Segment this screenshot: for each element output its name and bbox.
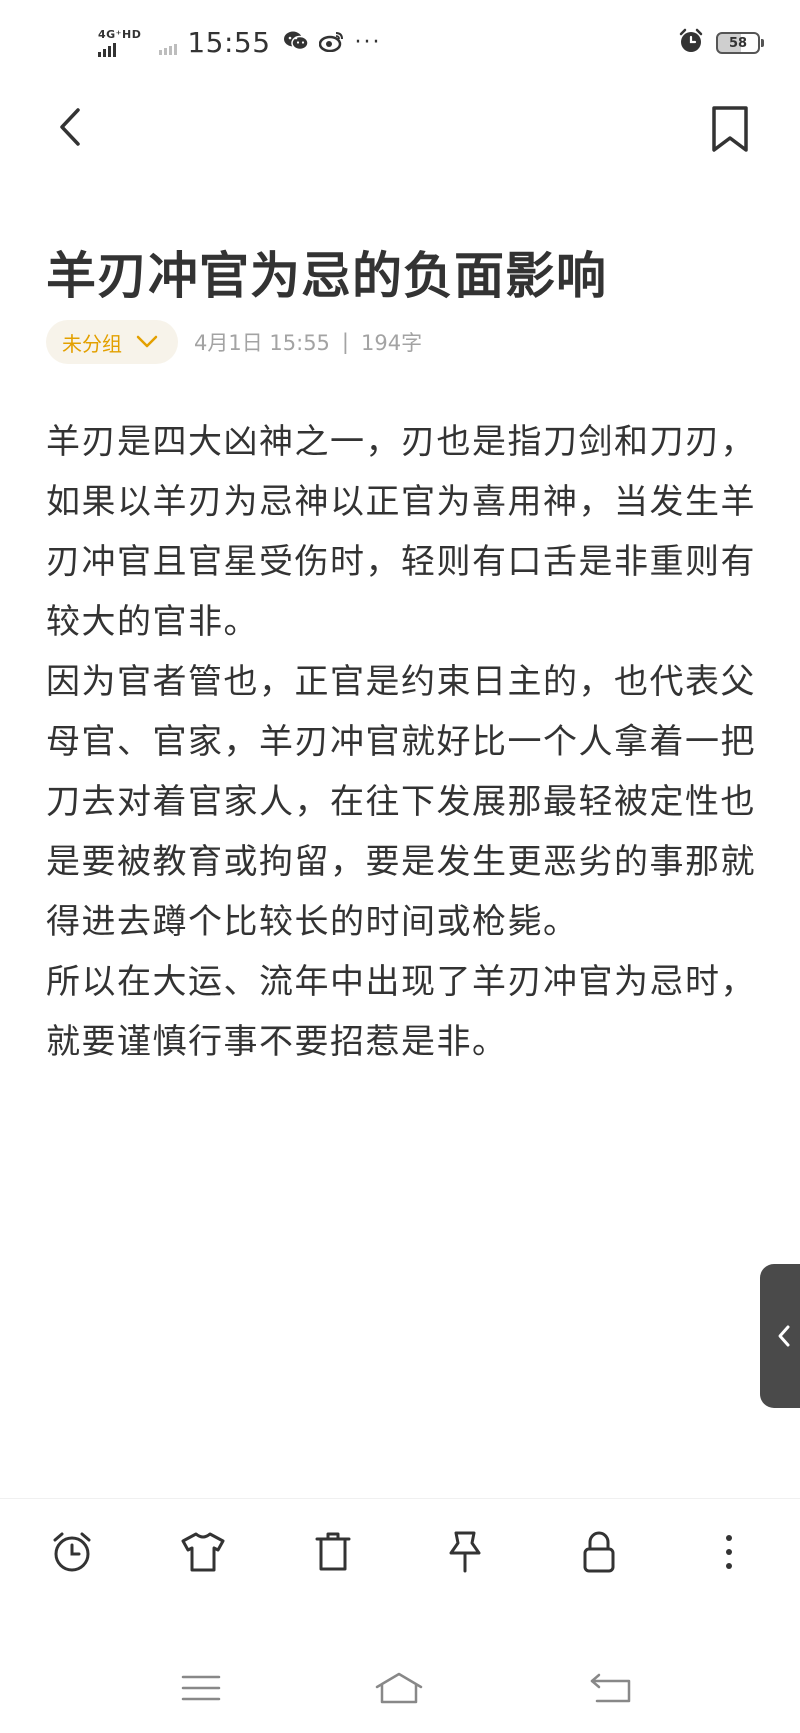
note-paragraph: 因为官者管也，正官是约束日主的，也代表父母官、官家，羊刃冲官就好比一个人拿着一把… [46, 662, 756, 942]
weibo-icon [318, 30, 345, 56]
status-time: 15:55 [187, 26, 271, 59]
status-left: 4G⁺HD 15:55 ··· [98, 26, 382, 59]
home-icon [375, 1672, 423, 1704]
system-back-button[interactable] [586, 1668, 636, 1708]
pin-button[interactable] [440, 1527, 490, 1577]
reminder-button[interactable] [47, 1527, 97, 1577]
trash-icon [315, 1532, 351, 1571]
wechat-icon [283, 30, 309, 56]
alarm-icon [678, 28, 704, 58]
meta-separator: | [341, 330, 349, 354]
group-selector[interactable]: 未分组 [46, 320, 178, 364]
note-view-screen: 4G⁺HD 15:55 ··· 58 羊刃冲官为忌的负面影响 未分组 4月1日 … [0, 0, 800, 1733]
pin-icon [449, 1531, 481, 1573]
note-paragraph: 所以在大运、流年中出现了羊刃冲官为忌时，就要谨慎行事不要招惹是非。 [46, 962, 756, 1062]
alarm-clock-icon [53, 1532, 91, 1572]
note-meta-row: 未分组 4月1日 15:55 | 194字 [46, 320, 422, 364]
chevron-left-icon [60, 108, 80, 146]
shirt-icon [181, 1532, 225, 1572]
group-label: 未分组 [62, 331, 122, 356]
note-title[interactable]: 羊刃冲官为忌的负面影响 [46, 236, 607, 308]
battery-level: 58 [728, 35, 748, 51]
side-panel-handle[interactable] [760, 1264, 800, 1408]
lock-icon [583, 1531, 615, 1573]
bookmark-icon [712, 106, 748, 152]
secondary-signal-icon [159, 44, 178, 55]
system-menu-button[interactable] [176, 1668, 226, 1708]
system-navigation-bar [0, 1658, 800, 1718]
note-date: 4月1日 15:55 [194, 331, 330, 355]
system-home-button[interactable] [374, 1668, 424, 1708]
bottom-toolbar [0, 1498, 800, 1609]
status-bar: 4G⁺HD 15:55 ··· 58 [0, 0, 800, 90]
chevron-down-icon [136, 335, 158, 348]
back-button[interactable] [50, 102, 94, 152]
note-body[interactable]: 羊刃是四大凶神之一，刃也是指刀剑和刀刃，如果以羊刃为忌神以正官为喜用神，当发生羊… [46, 412, 758, 1072]
skin-button[interactable] [178, 1527, 228, 1577]
word-count: 194字 [361, 331, 423, 355]
delete-button[interactable] [308, 1527, 358, 1577]
more-button[interactable] [704, 1527, 754, 1577]
back-icon [590, 1673, 631, 1703]
network-type-label: 4G⁺HD [98, 27, 142, 41]
more-notifications-indicator: ··· [354, 30, 382, 55]
battery-icon: 58 [716, 32, 764, 54]
lock-button[interactable] [574, 1527, 624, 1577]
more-vertical-icon [726, 1535, 732, 1569]
status-right: 58 [678, 28, 764, 58]
chevron-left-icon [778, 1325, 790, 1347]
menu-icon [181, 1675, 221, 1701]
signal-icon: 4G⁺HD [98, 27, 142, 57]
bookmark-button[interactable] [708, 104, 752, 154]
note-paragraph: 羊刃是四大凶神之一，刃也是指刀剑和刀刃，如果以羊刃为忌神以正官为喜用神，当发生羊… [46, 422, 756, 642]
